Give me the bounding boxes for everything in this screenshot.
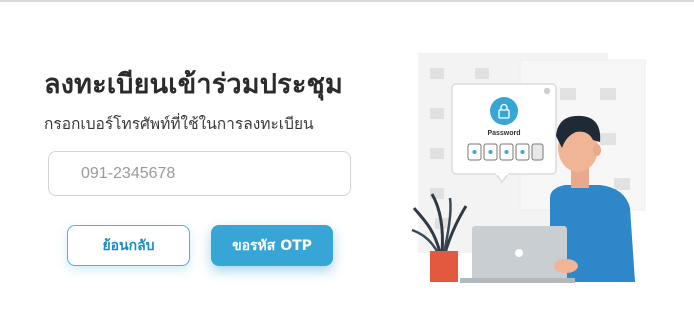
login-illustration: Password — [411, 53, 646, 283]
page-subtitle: กรอกเบอร์โทรศัพท์ที่ใช้ในการลงทะเบียน — [44, 115, 314, 133]
password-dialog: Password — [451, 83, 557, 184]
top-divider — [0, 0, 694, 2]
phone-number-input[interactable] — [48, 151, 351, 196]
password-label: Password — [487, 130, 520, 137]
page-title: ลงทะเบียนเข้าร่วมประชุม — [44, 69, 344, 100]
request-otp-button[interactable]: ขอรหัส OTP — [211, 225, 333, 266]
back-button[interactable]: ย้อนกลับ — [67, 225, 190, 266]
